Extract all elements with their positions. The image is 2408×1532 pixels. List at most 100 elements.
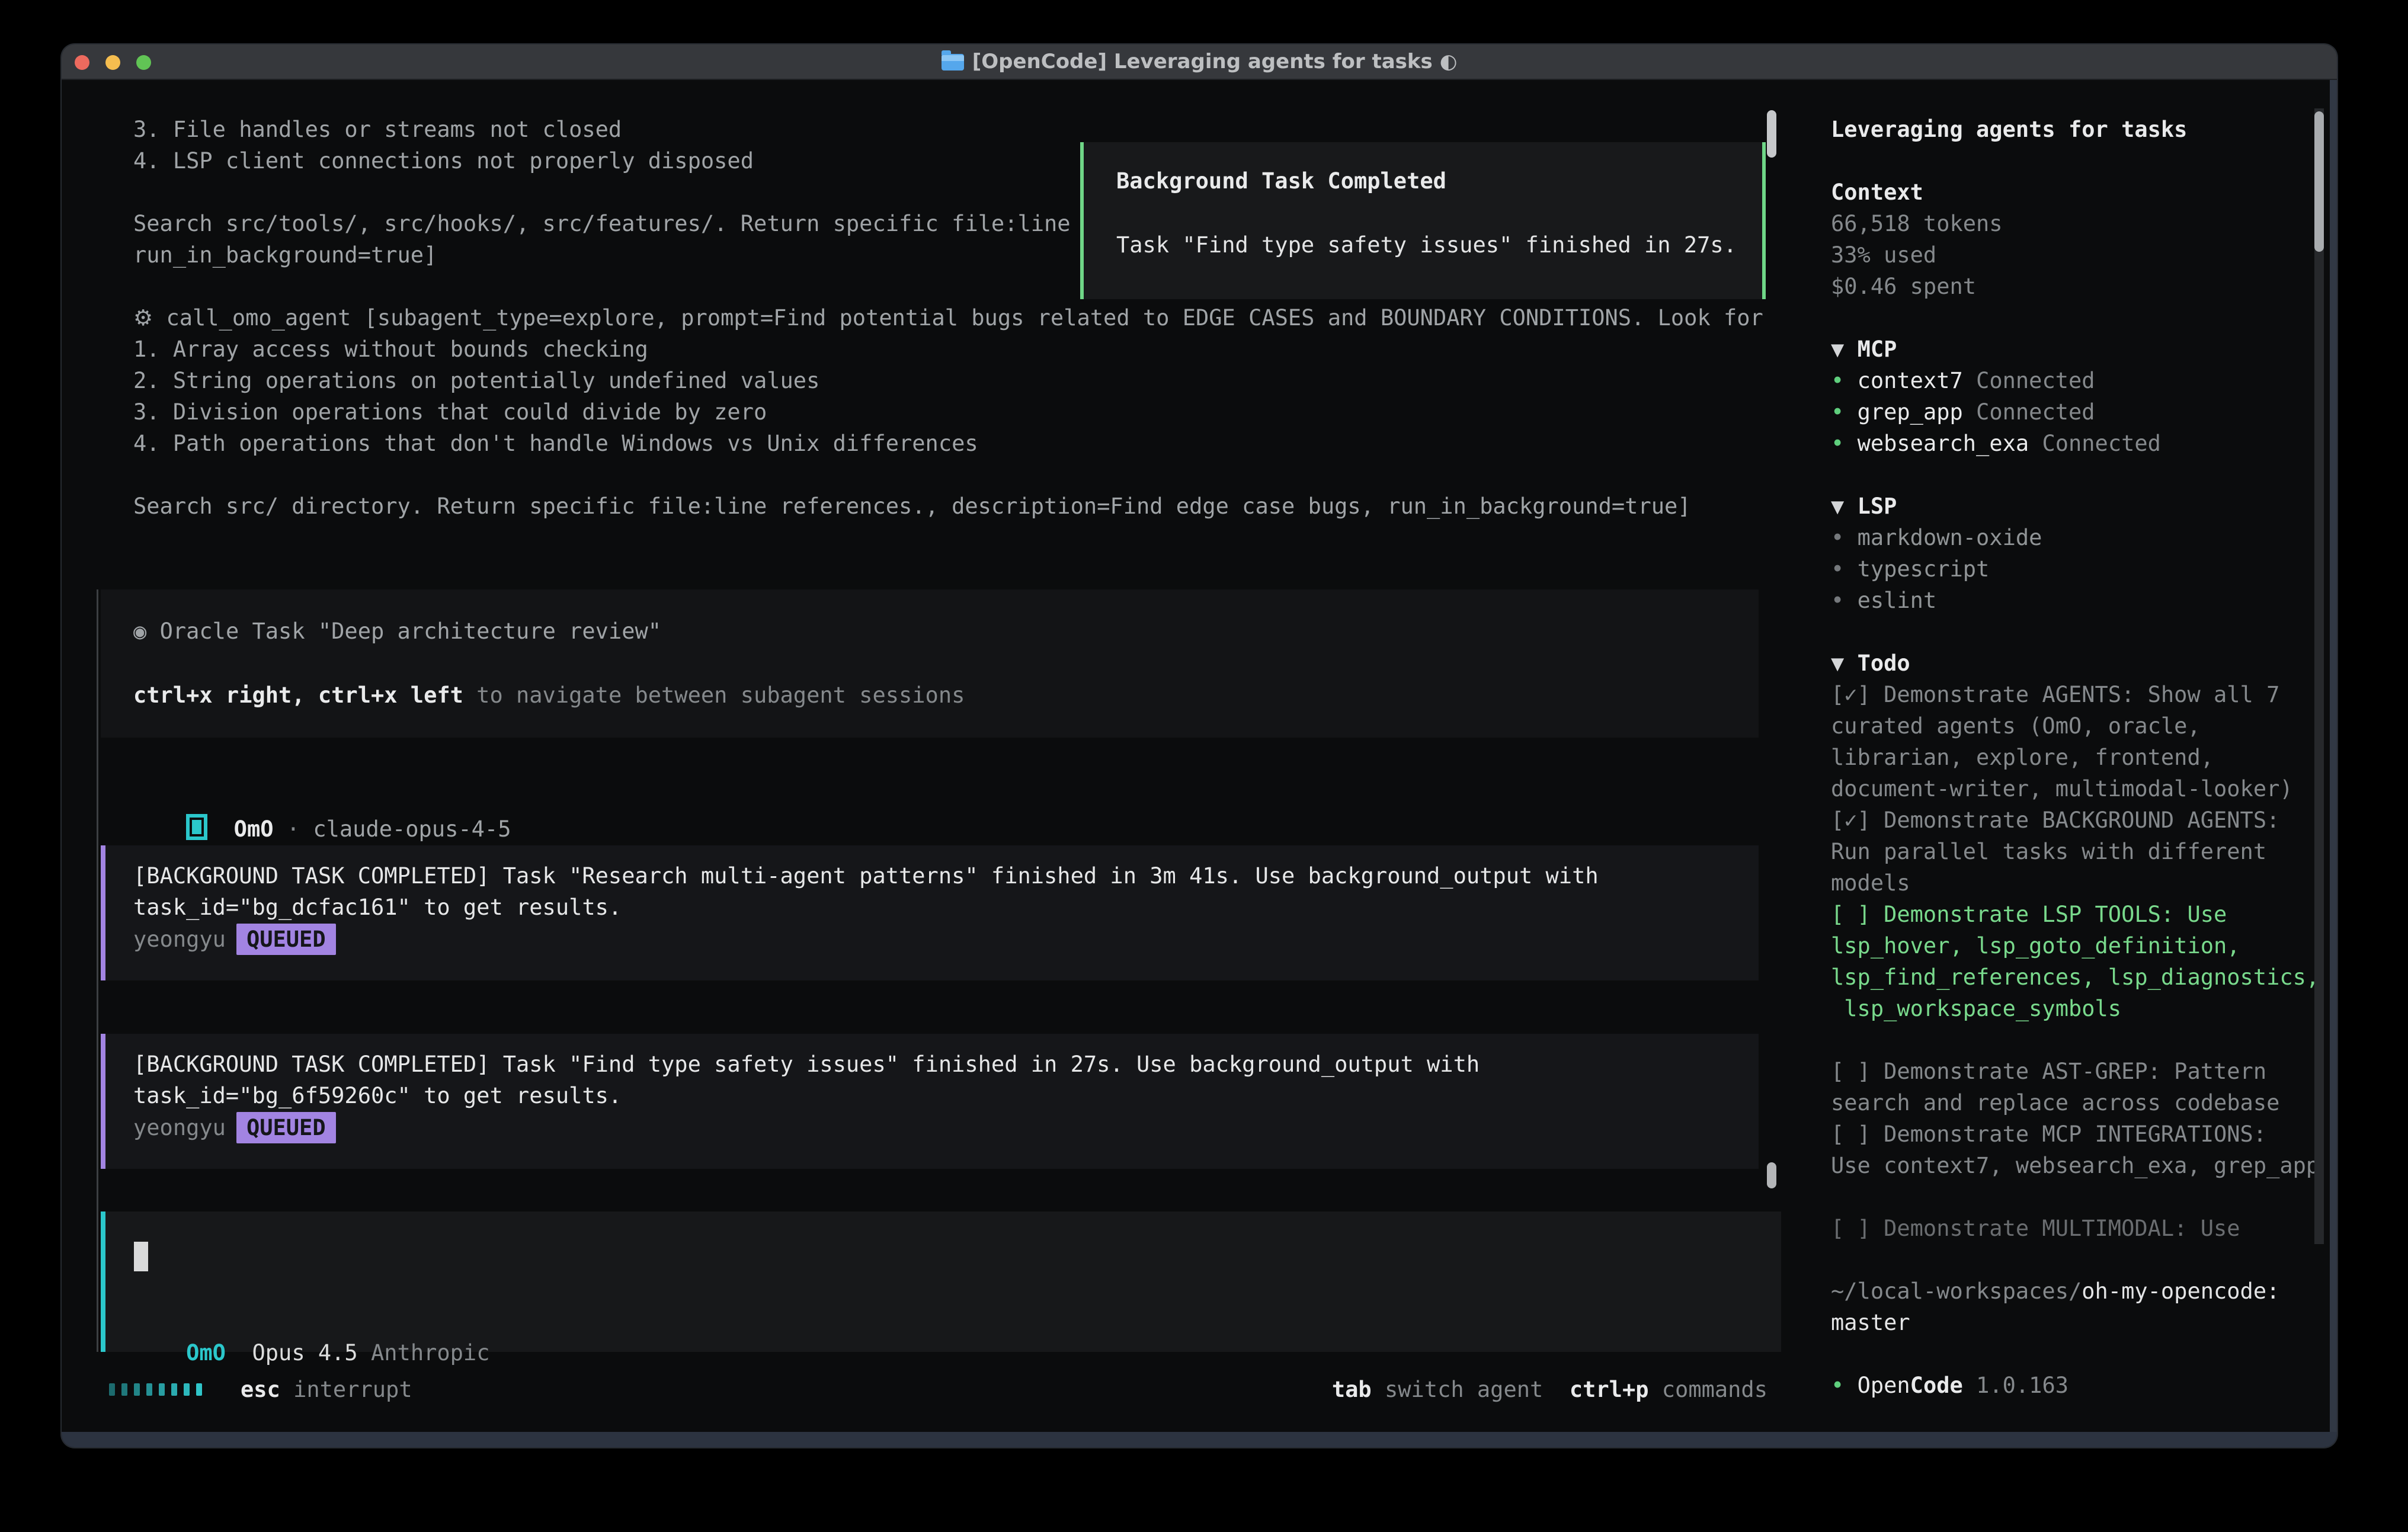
todo-section-header[interactable]: ▼ Todo	[1831, 648, 1910, 679]
task-user: yeongyu	[133, 1115, 226, 1140]
task-user: yeongyu	[133, 927, 226, 952]
todo-line: [ ] Demonstrate MULTIMODAL: Use	[1831, 1213, 2240, 1244]
todo-line: [✓] Demonstrate AGENTS: Show all 7	[1831, 679, 2279, 710]
task-message-block[interactable]: [BACKGROUND TASK COMPLETED] Task "Find t…	[101, 1034, 1759, 1169]
workspace-branch: master	[1831, 1307, 1910, 1338]
text-cursor	[134, 1242, 148, 1271]
context-used: 33% used	[1831, 239, 1936, 271]
bullet-icon: •	[1831, 556, 1844, 582]
todo-line-active: [ ] Demonstrate LSP TOOLS: Use	[1831, 899, 2227, 930]
todo-line: curated agents (OmO, oracle,	[1831, 710, 2201, 742]
minimize-window-button[interactable]	[105, 55, 120, 70]
queued-badge: QUEUED	[236, 1112, 336, 1143]
todo-line: document-writer, multimodal-looker)	[1831, 773, 2293, 805]
status-hints: tab switch agent ctrl+p commands	[1333, 1374, 1767, 1405]
todo-line: [ ] Demonstrate AST-GREP: Pattern	[1831, 1056, 2266, 1087]
log-line: Search src/ directory. Return specific f…	[133, 491, 1691, 522]
tab-key: tab	[1332, 1377, 1372, 1402]
mcp-item: • grep_app Connected	[1831, 396, 2095, 428]
log-line: 4. Path operations that don't handle Win…	[133, 428, 978, 459]
zoom-window-button[interactable]	[136, 55, 151, 70]
toast-title: Background Task Completed	[1116, 165, 1446, 197]
chevron-down-icon: ▼	[1831, 650, 1844, 676]
bullet-icon: •	[1831, 588, 1844, 613]
queued-badge: QUEUED	[236, 924, 336, 955]
todo-line: [✓] Demonstrate BACKGROUND AGENTS:	[1831, 805, 2279, 836]
folder-icon	[942, 54, 964, 70]
title-bar: [OpenCode] Leveraging agents for tasks ◐	[62, 44, 2337, 80]
mcp-section-header[interactable]: ▼ MCP	[1831, 334, 1897, 365]
opencode-window: [OpenCode] Leveraging agents for tasks ◐…	[62, 44, 2337, 1447]
agent-model: claude-opus-4-5	[313, 816, 511, 842]
context-tokens: 66,518 tokens	[1831, 208, 2003, 239]
spinner-dots	[109, 1374, 202, 1405]
lsp-section-header[interactable]: ▼ LSP	[1831, 491, 1897, 522]
agent-icon	[186, 814, 207, 840]
window-title: [OpenCode] Leveraging agents for tasks ◐	[972, 50, 1458, 73]
task-message-line: [BACKGROUND TASK COMPLETED] Task "Find t…	[133, 1049, 1480, 1080]
lsp-item: • markdown-oxide	[1831, 522, 2042, 553]
tab-label: switch agent	[1385, 1377, 1543, 1402]
close-window-button[interactable]	[75, 55, 89, 70]
todo-line: models	[1831, 867, 1910, 899]
context-spent: $0.46 spent	[1831, 271, 1976, 302]
workspace-path: ~/local-workspaces/oh-my-opencode:	[1831, 1275, 2279, 1307]
main-scrollbar-thumb[interactable]	[1767, 1162, 1776, 1188]
status-dot-icon: •	[1831, 431, 1844, 456]
status-dot-icon: •	[1831, 368, 1844, 393]
esc-hint: esc interrupt	[241, 1374, 412, 1405]
todo-line-active: lsp_workspace_symbols	[1831, 993, 2121, 1024]
todo-line: [ ] Demonstrate MCP INTEGRATIONS:	[1831, 1118, 2266, 1150]
todo-line: librarian, explore, frontend,	[1831, 742, 2214, 773]
gear-icon: ⚙	[133, 305, 153, 331]
task-message-line: task_id="bg_6f59260c" to get results.	[133, 1080, 622, 1111]
task-message-block[interactable]: [BACKGROUND TASK COMPLETED] Task "Resear…	[101, 845, 1759, 980]
context-heading: Context	[1831, 177, 1923, 208]
sidebar-scrollbar-thumb[interactable]	[2314, 111, 2324, 252]
log-line: 1. Array access without bounds checking	[133, 334, 648, 365]
todo-line: search and replace across codebase	[1831, 1087, 2279, 1118]
chevron-down-icon: ▼	[1831, 493, 1844, 519]
shortcut-keys: ctrl+x right, ctrl+x left	[133, 682, 463, 708]
agent-name: OmO	[234, 816, 274, 842]
log-line: 3. File handles or streams not closed	[133, 114, 622, 145]
todo-line-active: lsp_hover, lsp_goto_definition,	[1831, 930, 2240, 961]
log-line: 2. String operations on potentially unde…	[133, 365, 819, 396]
background-task-toast[interactable]: Background Task Completed Task "Find typ…	[1080, 142, 1766, 299]
mcp-item: • websearch_exa Connected	[1831, 428, 2161, 459]
mcp-item: • context7 Connected	[1831, 365, 2095, 396]
status-dot-icon: •	[1831, 1373, 1844, 1398]
version-line: • OpenCode 1.0.163	[1831, 1370, 2068, 1401]
sidebar-scrollbar-track[interactable]	[2314, 108, 2324, 1244]
main-scrollbar-thumb[interactable]	[1767, 110, 1776, 158]
log-line: 4. LSP client connections not properly d…	[133, 145, 754, 177]
input-provider: Anthropic	[371, 1340, 489, 1366]
toast-body: Task "Find type safety issues" finished …	[1116, 229, 1737, 261]
tool-call-line: ⚙ call_omo_agent [subagent_type=explore,…	[133, 302, 1763, 334]
log-line: 3. Division operations that could divide…	[133, 396, 767, 428]
lsp-item: • typescript	[1831, 553, 1989, 585]
lsp-item: • eslint	[1831, 585, 1936, 616]
record-icon: ◉	[133, 618, 146, 644]
task-message-line: [BACKGROUND TASK COMPLETED] Task "Resear…	[133, 860, 1599, 892]
chevron-down-icon: ▼	[1831, 336, 1844, 362]
traffic-lights	[75, 44, 151, 80]
todo-line: Use context7, websearch_exa, grep_app	[1831, 1150, 2319, 1181]
session-title: Leveraging agents for tasks	[1831, 114, 2187, 145]
oracle-task-title: Oracle Task "Deep architecture review"	[160, 618, 661, 644]
ctrlp-label: commands	[1662, 1377, 1767, 1402]
input-model: Opus 4.5	[252, 1340, 358, 1366]
log-line: Search src/tools/, src/hooks/, src/featu…	[133, 208, 1071, 239]
todo-line: Run parallel tasks with different	[1831, 836, 2266, 867]
message-gutter-line	[97, 589, 98, 1352]
input-agent-name: OmO	[186, 1340, 226, 1366]
log-line: run_in_background=true]	[133, 239, 437, 271]
bullet-icon: •	[1831, 525, 1844, 550]
ctrlp-key: ctrl+p	[1570, 1377, 1649, 1402]
oracle-task-panel: ◉ Oracle Task "Deep architecture review"…	[101, 589, 1759, 738]
window-right-edge	[2330, 80, 2337, 1433]
shortcut-hint: to navigate between subagent sessions	[463, 682, 965, 708]
window-footer-bar	[62, 1432, 2337, 1447]
status-dot-icon: •	[1831, 399, 1844, 425]
todo-line-active: lsp_find_references, lsp_diagnostics,	[1831, 961, 2319, 993]
